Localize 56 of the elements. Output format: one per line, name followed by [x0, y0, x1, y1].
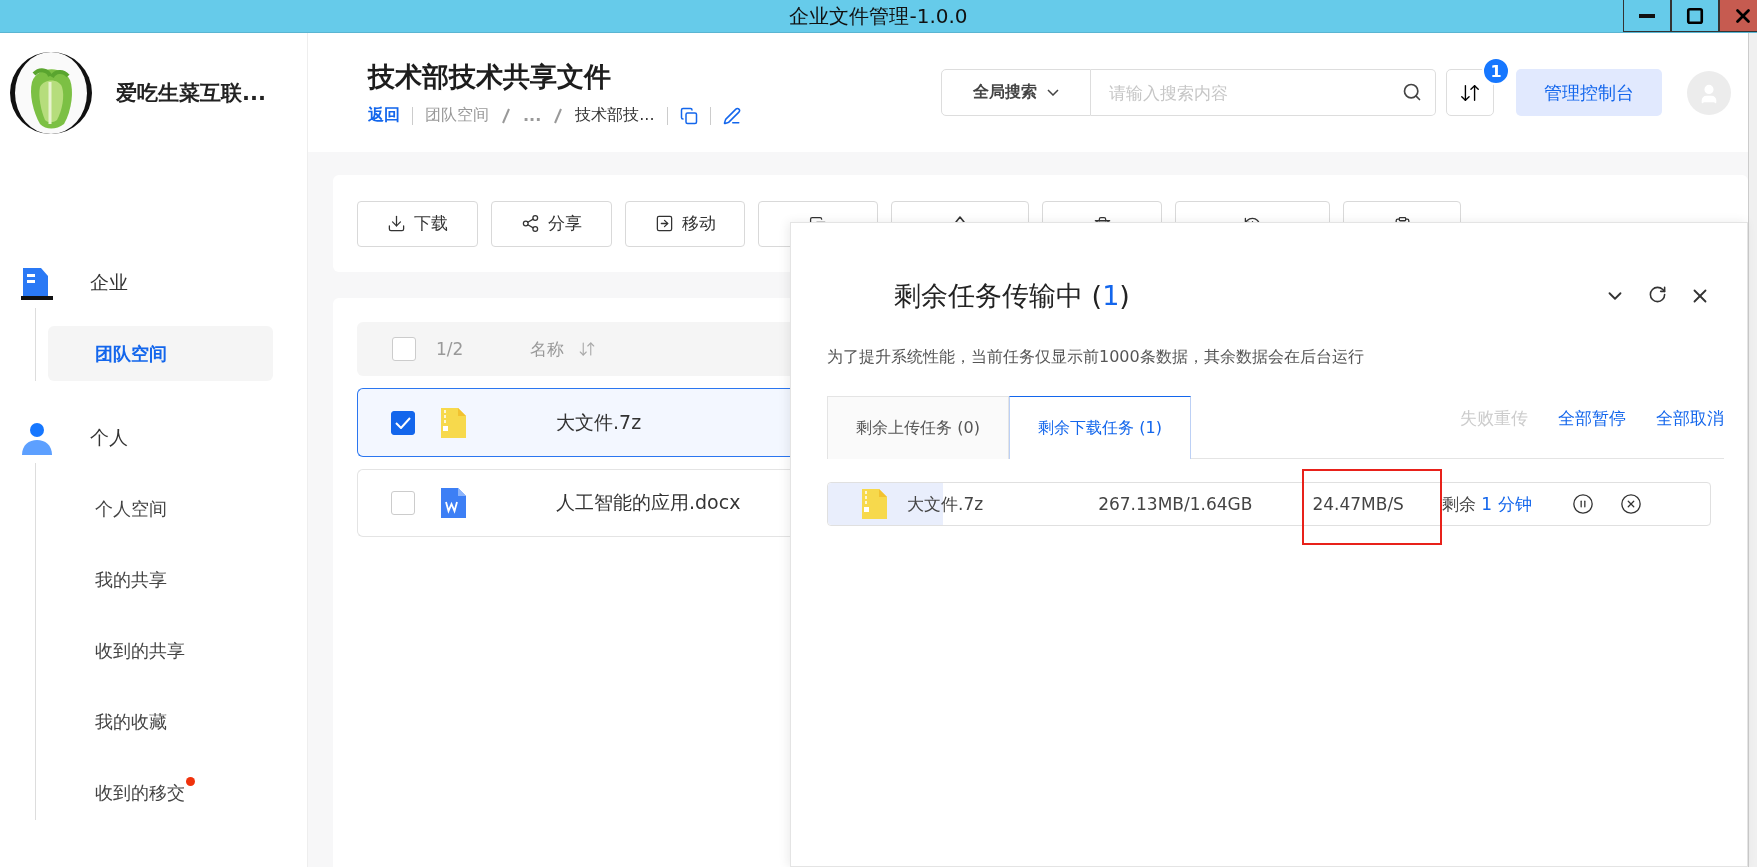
count-badge: 1 [1482, 57, 1510, 85]
sidebar-item[interactable]: 个人空间 [48, 481, 273, 536]
scrollbar[interactable] [1748, 33, 1757, 867]
task-speed: 24.47MB/S [1312, 494, 1404, 514]
person-icon [20, 421, 54, 455]
arrow-box-icon [654, 214, 674, 233]
search-scope-dropdown[interactable]: 全局搜索 [941, 69, 1091, 116]
toolbar-button[interactable]: 移动 [625, 200, 745, 247]
pause-icon[interactable] [1571, 493, 1594, 515]
share-icon [521, 214, 540, 233]
sidebar-item[interactable]: 团队空间 [48, 326, 273, 381]
file-name: 大文件.7z [556, 409, 642, 435]
panel-title: 剩余任务传输中 (1) [894, 279, 1131, 313]
edit-icon[interactable] [722, 106, 741, 125]
file-name: 人工智能的应用.docx [556, 490, 741, 515]
search-field[interactable]: 请输入搜索内容 [1091, 69, 1436, 116]
cancel-icon[interactable] [1619, 493, 1642, 515]
slash-icon [501, 107, 511, 124]
user-name: 爱吃生菜互联... [116, 79, 266, 107]
sidebar-item[interactable]: 收到的共享 [48, 623, 273, 678]
chevron-down-icon [1047, 89, 1059, 96]
maximize-icon [1686, 6, 1704, 25]
zip-file-icon [441, 407, 466, 438]
action-link[interactable]: 全部暂停 [1558, 406, 1626, 430]
document-icon [441, 488, 466, 518]
toolbar-button[interactable]: 分享 [491, 200, 612, 247]
zip-file-icon [862, 489, 887, 519]
close-button[interactable] [1719, 0, 1757, 32]
toolbar-button[interactable]: 下载 [357, 200, 478, 247]
task-size: 267.13MB/1.64GB [1098, 494, 1253, 514]
remaining-time: 剩余 1 分钟 [1441, 492, 1532, 516]
sidebar-item[interactable]: 我的共享 [48, 552, 273, 607]
breadcrumb-link[interactable]: 技术部技... [575, 105, 655, 126]
window-title: 企业文件管理-1.0.0 [789, 2, 968, 30]
selection-count: 1/2 [436, 339, 464, 359]
minimize-button[interactable] [1623, 0, 1671, 32]
sidebar-item[interactable]: 收到的移交 [48, 765, 273, 820]
search-icon[interactable] [1402, 82, 1422, 102]
back-link[interactable]: 返回 [368, 105, 400, 126]
minimize-icon [1639, 13, 1655, 18]
tab[interactable]: 剩余下载任务 (1) [1009, 396, 1191, 459]
download-icon [387, 214, 406, 233]
slash-icon [553, 107, 564, 124]
page-title: 技术部技术共享文件 [368, 60, 612, 94]
console-button[interactable]: 管理控制台 [1516, 69, 1662, 116]
row-checkbox[interactable] [391, 410, 415, 435]
action-link[interactable]: 全部取消 [1656, 406, 1724, 430]
sidebar-item[interactable]: 我的收藏 [48, 694, 273, 749]
notice-text: 为了提升系统性能，当前任务仅显示前1000条数据，其余数据会在后台运行 [827, 347, 1365, 368]
task-name: 大文件.7z [907, 492, 984, 516]
section-heading[interactable]: 企业 [90, 270, 128, 296]
check-icon [395, 416, 411, 429]
tab[interactable]: 剩余上传任务 (0) [827, 396, 1009, 459]
select-all-checkbox[interactable] [392, 337, 416, 361]
section-heading[interactable]: 个人 [90, 425, 128, 451]
building-icon [20, 266, 54, 300]
